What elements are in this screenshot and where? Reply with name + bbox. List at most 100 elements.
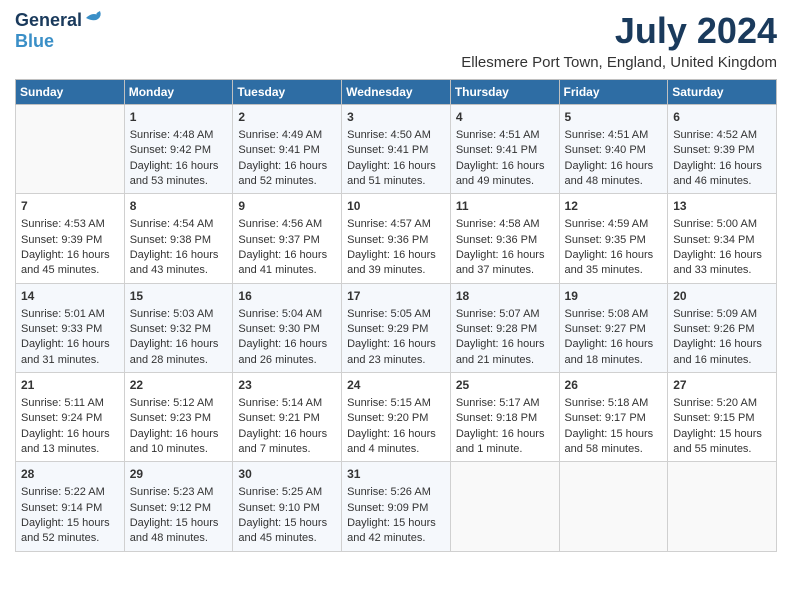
cell-info-line: and 28 minutes. bbox=[130, 353, 228, 368]
cell-info-line: Sunrise: 4:51 AM bbox=[456, 128, 554, 143]
calendar-cell: 5Sunrise: 4:51 AMSunset: 9:40 PMDaylight… bbox=[559, 105, 668, 194]
cell-info-line: Sunset: 9:15 PM bbox=[673, 411, 771, 426]
calendar-week-row: 1Sunrise: 4:48 AMSunset: 9:42 PMDaylight… bbox=[16, 105, 777, 194]
logo: General Blue bbox=[15, 10, 104, 52]
cell-info-line: Sunset: 9:28 PM bbox=[456, 322, 554, 337]
calendar-cell: 3Sunrise: 4:50 AMSunset: 9:41 PMDaylight… bbox=[342, 105, 451, 194]
calendar-cell: 24Sunrise: 5:15 AMSunset: 9:20 PMDayligh… bbox=[342, 373, 451, 462]
logo-blue: Blue bbox=[15, 31, 54, 52]
cell-info-line: Sunset: 9:39 PM bbox=[673, 143, 771, 158]
cell-info-line: Sunrise: 4:50 AM bbox=[347, 128, 445, 143]
cell-info-line: Daylight: 16 hours bbox=[565, 248, 663, 263]
cell-info-line: and 21 minutes. bbox=[456, 353, 554, 368]
cell-info-line: and 26 minutes. bbox=[238, 353, 336, 368]
cell-info-line: Sunrise: 5:08 AM bbox=[565, 307, 663, 322]
cell-info-line: Sunset: 9:42 PM bbox=[130, 143, 228, 158]
cell-info-line: Sunrise: 5:20 AM bbox=[673, 396, 771, 411]
cell-info-line: Sunset: 9:20 PM bbox=[347, 411, 445, 426]
title-block: July 2024 Ellesmere Port Town, England, … bbox=[461, 10, 777, 71]
cell-info-line: Sunset: 9:41 PM bbox=[347, 143, 445, 158]
cell-info-line: Sunset: 9:33 PM bbox=[21, 322, 119, 337]
day-number: 1 bbox=[130, 109, 228, 126]
cell-info-line: Sunset: 9:10 PM bbox=[238, 501, 336, 516]
calendar-cell: 16Sunrise: 5:04 AMSunset: 9:30 PMDayligh… bbox=[233, 283, 342, 372]
cell-info-line: and 18 minutes. bbox=[565, 353, 663, 368]
cell-info-line: and 35 minutes. bbox=[565, 263, 663, 278]
cell-info-line: and 43 minutes. bbox=[130, 263, 228, 278]
day-number: 12 bbox=[565, 198, 663, 215]
calendar-cell: 12Sunrise: 4:59 AMSunset: 9:35 PMDayligh… bbox=[559, 194, 668, 283]
cell-info-line: Sunrise: 5:15 AM bbox=[347, 396, 445, 411]
subtitle: Ellesmere Port Town, England, United Kin… bbox=[461, 54, 777, 71]
calendar-cell: 18Sunrise: 5:07 AMSunset: 9:28 PMDayligh… bbox=[450, 283, 559, 372]
cell-info-line: and 55 minutes. bbox=[673, 442, 771, 457]
col-header-friday: Friday bbox=[559, 80, 668, 105]
cell-info-line: and 23 minutes. bbox=[347, 353, 445, 368]
cell-info-line: Sunset: 9:36 PM bbox=[347, 233, 445, 248]
day-number: 8 bbox=[130, 198, 228, 215]
page-header: General Blue July 2024 Ellesmere Port To… bbox=[15, 10, 777, 71]
cell-info-line: and 58 minutes. bbox=[565, 442, 663, 457]
cell-info-line: Daylight: 15 hours bbox=[565, 427, 663, 442]
logo-bird-icon bbox=[84, 10, 104, 26]
day-number: 11 bbox=[456, 198, 554, 215]
cell-info-line: Daylight: 16 hours bbox=[673, 248, 771, 263]
calendar-cell: 17Sunrise: 5:05 AMSunset: 9:29 PMDayligh… bbox=[342, 283, 451, 372]
col-header-tuesday: Tuesday bbox=[233, 80, 342, 105]
cell-info-line: Daylight: 16 hours bbox=[565, 159, 663, 174]
cell-info-line: Sunset: 9:41 PM bbox=[238, 143, 336, 158]
day-number: 6 bbox=[673, 109, 771, 126]
cell-info-line: Sunset: 9:37 PM bbox=[238, 233, 336, 248]
cell-info-line: and 41 minutes. bbox=[238, 263, 336, 278]
cell-info-line: Daylight: 16 hours bbox=[130, 159, 228, 174]
cell-info-line: and 4 minutes. bbox=[347, 442, 445, 457]
calendar-cell: 27Sunrise: 5:20 AMSunset: 9:15 PMDayligh… bbox=[668, 373, 777, 462]
day-number: 10 bbox=[347, 198, 445, 215]
cell-info-line: Sunset: 9:21 PM bbox=[238, 411, 336, 426]
cell-info-line: Daylight: 16 hours bbox=[456, 159, 554, 174]
cell-info-line: Daylight: 16 hours bbox=[347, 248, 445, 263]
cell-info-line: Sunset: 9:35 PM bbox=[565, 233, 663, 248]
cell-info-line: Daylight: 16 hours bbox=[456, 337, 554, 352]
day-number: 5 bbox=[565, 109, 663, 126]
cell-info-line: and 46 minutes. bbox=[673, 174, 771, 189]
day-number: 28 bbox=[21, 466, 119, 483]
cell-info-line: Daylight: 16 hours bbox=[456, 427, 554, 442]
calendar-cell: 15Sunrise: 5:03 AMSunset: 9:32 PMDayligh… bbox=[124, 283, 233, 372]
cell-info-line: Sunset: 9:27 PM bbox=[565, 322, 663, 337]
day-number: 25 bbox=[456, 377, 554, 394]
calendar-table: SundayMondayTuesdayWednesdayThursdayFrid… bbox=[15, 79, 777, 552]
day-number: 23 bbox=[238, 377, 336, 394]
day-number: 4 bbox=[456, 109, 554, 126]
day-number: 26 bbox=[565, 377, 663, 394]
cell-info-line: Sunset: 9:17 PM bbox=[565, 411, 663, 426]
main-title: July 2024 bbox=[461, 10, 777, 52]
cell-info-line: and 37 minutes. bbox=[456, 263, 554, 278]
cell-info-line: Daylight: 15 hours bbox=[21, 516, 119, 531]
cell-info-line: Daylight: 16 hours bbox=[130, 337, 228, 352]
cell-info-line: Sunrise: 4:53 AM bbox=[21, 217, 119, 232]
cell-info-line: Daylight: 16 hours bbox=[130, 248, 228, 263]
calendar-cell: 26Sunrise: 5:18 AMSunset: 9:17 PMDayligh… bbox=[559, 373, 668, 462]
calendar-cell: 8Sunrise: 4:54 AMSunset: 9:38 PMDaylight… bbox=[124, 194, 233, 283]
cell-info-line: Sunset: 9:12 PM bbox=[130, 501, 228, 516]
cell-info-line: Sunrise: 5:00 AM bbox=[673, 217, 771, 232]
calendar-cell: 29Sunrise: 5:23 AMSunset: 9:12 PMDayligh… bbox=[124, 462, 233, 551]
calendar-cell: 28Sunrise: 5:22 AMSunset: 9:14 PMDayligh… bbox=[16, 462, 125, 551]
calendar-cell: 10Sunrise: 4:57 AMSunset: 9:36 PMDayligh… bbox=[342, 194, 451, 283]
day-number: 7 bbox=[21, 198, 119, 215]
calendar-week-row: 21Sunrise: 5:11 AMSunset: 9:24 PMDayligh… bbox=[16, 373, 777, 462]
calendar-cell: 25Sunrise: 5:17 AMSunset: 9:18 PMDayligh… bbox=[450, 373, 559, 462]
calendar-week-row: 14Sunrise: 5:01 AMSunset: 9:33 PMDayligh… bbox=[16, 283, 777, 372]
cell-info-line: Daylight: 15 hours bbox=[130, 516, 228, 531]
calendar-cell: 20Sunrise: 5:09 AMSunset: 9:26 PMDayligh… bbox=[668, 283, 777, 372]
cell-info-line: Sunrise: 4:52 AM bbox=[673, 128, 771, 143]
calendar-week-row: 7Sunrise: 4:53 AMSunset: 9:39 PMDaylight… bbox=[16, 194, 777, 283]
day-number: 15 bbox=[130, 288, 228, 305]
cell-info-line: Sunrise: 4:49 AM bbox=[238, 128, 336, 143]
day-number: 20 bbox=[673, 288, 771, 305]
cell-info-line: Daylight: 16 hours bbox=[238, 337, 336, 352]
cell-info-line: Daylight: 16 hours bbox=[456, 248, 554, 263]
calendar-cell bbox=[450, 462, 559, 551]
cell-info-line: Sunset: 9:14 PM bbox=[21, 501, 119, 516]
